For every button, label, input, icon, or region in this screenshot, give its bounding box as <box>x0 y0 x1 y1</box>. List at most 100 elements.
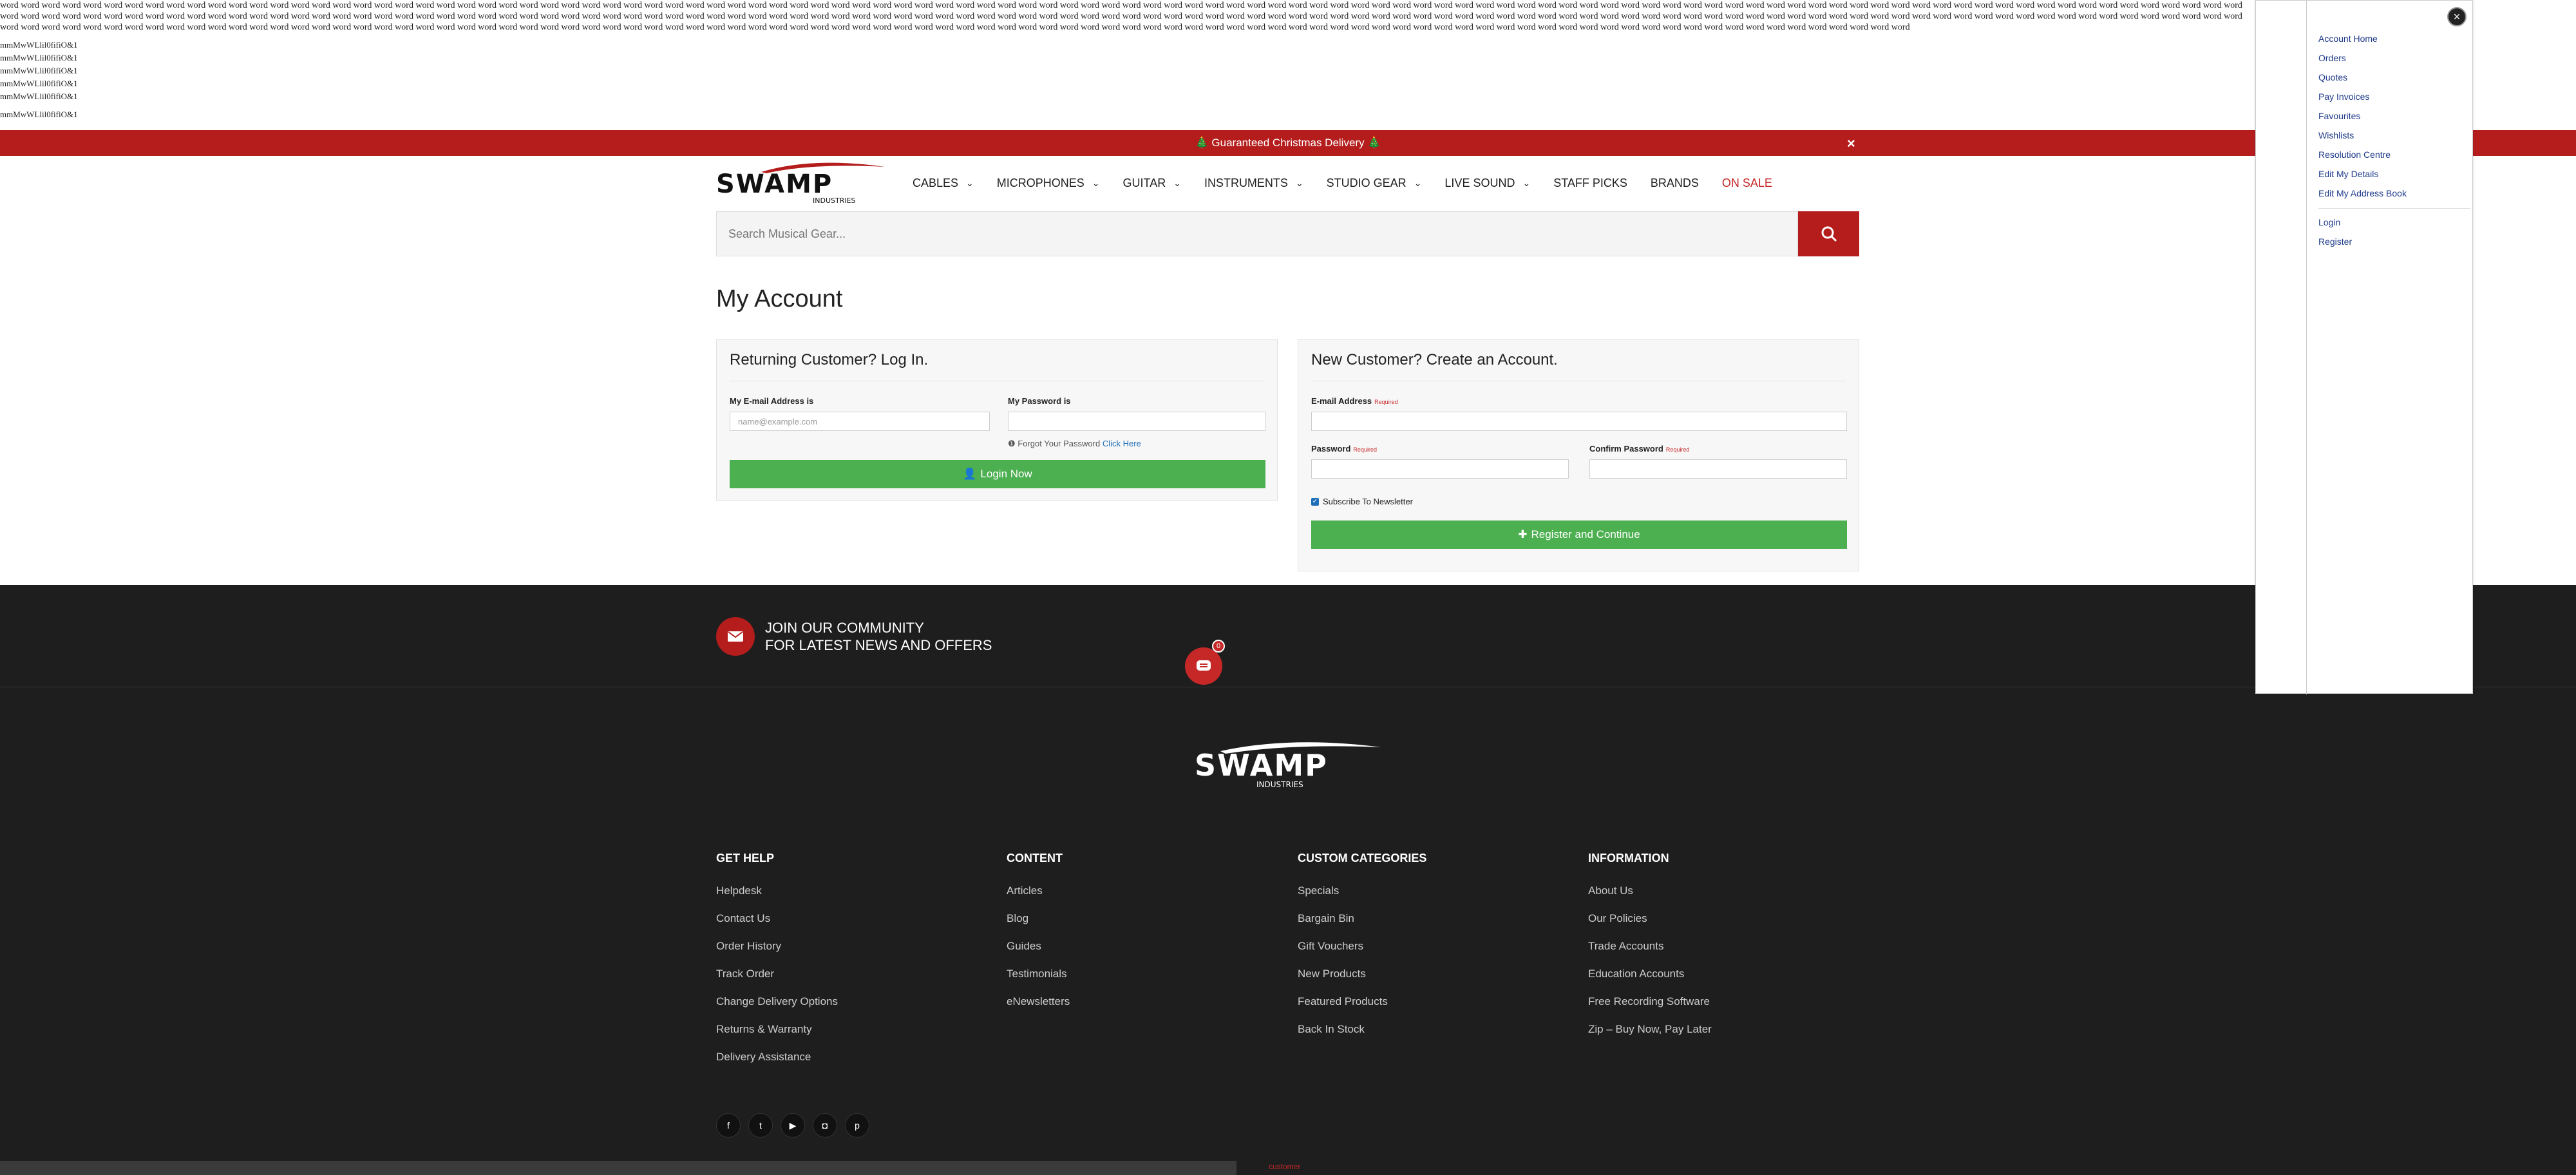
debug-line: mmMwWLlil0fifiO&1 <box>0 66 78 75</box>
svg-text:INDUSTRIES: INDUSTRIES <box>813 196 856 205</box>
footer-bottom-text: customer <box>1269 1162 1301 1171</box>
footer-link[interactable]: New Products <box>1298 968 1426 980</box>
svg-text:SWAMP: SWAMP <box>1195 748 1328 783</box>
account-menu-item[interactable]: Account Home <box>2318 29 2470 48</box>
register-button-label: Register and Continue <box>1531 528 1640 540</box>
register-password-field[interactable] <box>1311 459 1569 479</box>
search-button[interactable] <box>1798 211 1859 256</box>
facebook-icon[interactable]: f <box>716 1113 741 1138</box>
footer-link[interactable]: Blog <box>1007 912 1070 925</box>
register-confirm-field[interactable] <box>1589 459 1847 479</box>
account-menu-item[interactable]: Pay Invoices <box>2318 87 2470 106</box>
footer-link[interactable]: Helpdesk <box>716 884 838 897</box>
debug-lines: mmMwWLlil0fifiO&1 mmMwWLlil0fifiO&1 mmMw… <box>0 39 78 121</box>
instagram-icon[interactable]: ◘ <box>813 1113 837 1138</box>
search-bar <box>716 211 1859 256</box>
account-menu-item[interactable]: Edit My Address Book <box>2318 184 2470 203</box>
footer-link[interactable]: Specials <box>1298 884 1426 897</box>
nav-on-sale[interactable]: ON SALE <box>1722 177 1772 190</box>
register-email-field[interactable] <box>1311 412 1847 431</box>
footer-link[interactable]: Contact Us <box>716 912 838 925</box>
account-menu-login[interactable]: Login <box>2318 213 2470 232</box>
page-title: My Account <box>716 285 843 312</box>
footer-link[interactable]: Testimonials <box>1007 968 1070 980</box>
footer-link[interactable]: Free Recording Software <box>1588 995 1712 1008</box>
newsletter-line2: FOR LATEST NEWS AND OFFERS <box>765 637 992 653</box>
nav-guitar[interactable]: GUITAR ⌄ <box>1123 177 1181 190</box>
newsletter-signup[interactable]: JOIN OUR COMMUNITY FOR LATEST NEWS AND O… <box>716 617 992 656</box>
footer-link[interactable]: Change Delivery Options <box>716 995 838 1008</box>
register-button[interactable]: ✚ Register and Continue <box>1311 521 1847 549</box>
envelope-icon <box>716 617 755 656</box>
svg-text:INDUSTRIES: INDUSTRIES <box>1256 780 1303 789</box>
footer-link[interactable]: Education Accounts <box>1588 968 1712 980</box>
pinterest-icon[interactable]: p <box>845 1113 869 1138</box>
footer-col-title: INFORMATION <box>1588 852 1669 865</box>
nav-staff-picks[interactable]: STAFF PICKS <box>1553 177 1627 190</box>
footer-link[interactable]: eNewsletters <box>1007 995 1070 1008</box>
nav-cables[interactable]: CABLES ⌄ <box>913 177 974 190</box>
account-menu-item[interactable]: Edit My Details <box>2318 164 2470 184</box>
login-panel: Returning Customer? Log In. My E-mail Ad… <box>716 339 1278 501</box>
nav-instruments[interactable]: INSTRUMENTS ⌄ <box>1204 177 1303 190</box>
debug-line: mmMwWLlil0fifiO&1 <box>0 79 78 88</box>
nav-brands[interactable]: BRANDS <box>1651 177 1699 190</box>
footer-link[interactable]: About Us <box>1588 884 1712 897</box>
footer-link[interactable]: Bargain Bin <box>1298 912 1426 925</box>
register-confirm-label: Confirm Password Required <box>1589 444 1690 454</box>
nav-microphones[interactable]: MICROPHONES ⌄ <box>997 177 1100 190</box>
info-icon: ❶ <box>1008 439 1016 448</box>
main-nav: CABLES ⌄ MICROPHONES ⌄ GUITAR ⌄ INSTRUMENTS… <box>913 177 1795 190</box>
account-menu-list: Account Home Orders Quotes Pay Invoices … <box>2318 29 2470 251</box>
forgot-password-link[interactable]: Click Here <box>1103 439 1141 448</box>
login-heading: Returning Customer? Log In. <box>730 351 1264 381</box>
account-menu-item[interactable]: Wishlists <box>2318 126 2470 145</box>
footer-link[interactable]: Delivery Assistance <box>716 1051 838 1064</box>
site-header: SWAMP INDUSTRIES CABLES ⌄ MICROPHONES ⌄ GU… <box>716 158 1859 208</box>
footer-link[interactable]: Returns & Warranty <box>716 1023 838 1036</box>
newsletter-line1: JOIN OUR COMMUNITY <box>765 620 924 636</box>
login-email-field[interactable]: name@example.com <box>730 412 990 431</box>
account-menu-item[interactable]: Quotes <box>2318 68 2470 87</box>
account-menu-item[interactable]: Orders <box>2318 48 2470 68</box>
forgot-password: ❶ Forgot Your Password Click Here <box>1008 439 1141 449</box>
promo-bar: 🎄 Guaranteed Christmas Delivery 🎄 × <box>0 130 2576 156</box>
login-button-label: Login Now <box>980 468 1032 480</box>
chevron-down-icon: ⌄ <box>966 177 974 188</box>
footer-link[interactable]: Order History <box>716 940 838 953</box>
footer-link[interactable]: Trade Accounts <box>1588 940 1712 953</box>
footer-link[interactable]: Our Policies <box>1588 912 1712 925</box>
promo-text: 🎄 Guaranteed Christmas Delivery 🎄 <box>1195 137 1381 149</box>
chevron-down-icon: ⌄ <box>1173 177 1181 188</box>
nav-live-sound[interactable]: LIVE SOUND ⌄ <box>1444 177 1530 190</box>
close-icon[interactable]: × <box>2447 7 2467 26</box>
twitter-icon[interactable]: t <box>748 1113 773 1138</box>
promo-close-button[interactable]: × <box>1847 135 1855 152</box>
login-password-field[interactable] <box>1008 412 1265 431</box>
forgot-text: Forgot Your Password <box>1018 439 1101 448</box>
nav-studio-gear[interactable]: STUDIO GEAR ⌄ <box>1327 177 1422 190</box>
footer-link[interactable]: Articles <box>1007 884 1070 897</box>
social-links: f t ▶ ◘ p <box>716 1113 869 1138</box>
account-menu-register[interactable]: Register <box>2318 232 2470 251</box>
footer-link[interactable]: Track Order <box>716 968 838 980</box>
search-input[interactable] <box>716 211 1798 256</box>
footer-link[interactable]: Gift Vouchers <box>1298 940 1426 953</box>
chat-button[interactable]: 0 <box>1185 640 1225 685</box>
subscribe-label: Subscribe To Newsletter <box>1323 497 1413 506</box>
footer-link[interactable]: Zip – Buy Now, Pay Later <box>1588 1023 1712 1036</box>
footer-link[interactable]: Back In Stock <box>1298 1023 1426 1036</box>
login-button[interactable]: 👤 Login Now <box>730 460 1265 488</box>
footer-logo[interactable]: SWAMP INDUSTRIES <box>1195 738 1385 790</box>
footer-col-get-help: GET HELP Helpdesk Contact Us Order Histo… <box>716 852 838 1078</box>
user-icon: 👤 <box>963 468 977 480</box>
debug-line: mmMwWLlil0fifiO&1 <box>0 110 78 119</box>
login-email-label: My E-mail Address is <box>730 396 814 406</box>
footer-link[interactable]: Featured Products <box>1298 995 1426 1008</box>
footer-link[interactable]: Guides <box>1007 940 1070 953</box>
account-menu-item[interactable]: Resolution Centre <box>2318 145 2470 164</box>
subscribe-checkbox[interactable]: ✓ Subscribe To Newsletter <box>1311 497 1413 506</box>
youtube-icon[interactable]: ▶ <box>781 1113 805 1138</box>
brand-logo[interactable]: SWAMP INDUSTRIES <box>716 160 887 205</box>
account-menu-item[interactable]: Favourites <box>2318 106 2470 126</box>
